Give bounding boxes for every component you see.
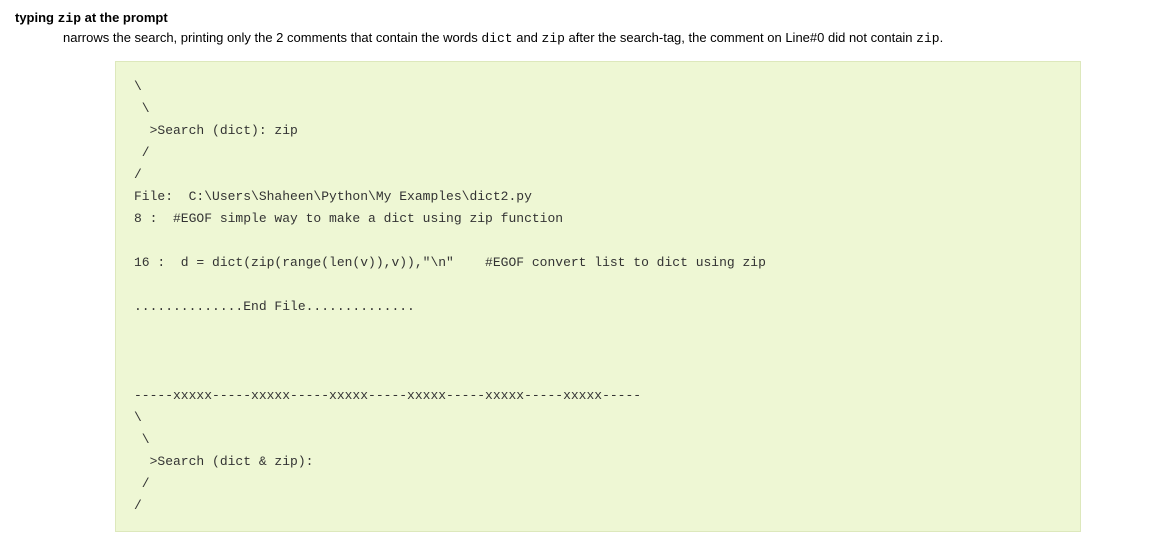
- desc-part1: narrows the search, printing only the 2 …: [63, 30, 481, 45]
- desc-part2: and: [513, 30, 542, 45]
- desc-code2: zip: [542, 31, 565, 46]
- desc-part3: after the search-tag, the comment on Lin…: [565, 30, 916, 45]
- heading-prefix: typing: [15, 10, 58, 25]
- desc-code1: dict: [481, 31, 512, 46]
- heading-suffix: at the prompt: [81, 10, 168, 25]
- heading-code: zip: [58, 11, 81, 26]
- section-description: narrows the search, printing only the 2 …: [63, 28, 1141, 49]
- section-heading: typing zip at the prompt: [15, 10, 1141, 26]
- terminal-output: \ \ >Search (dict): zip / / File: C:\Use…: [115, 61, 1081, 533]
- desc-part4: .: [940, 30, 944, 45]
- desc-code3: zip: [916, 31, 939, 46]
